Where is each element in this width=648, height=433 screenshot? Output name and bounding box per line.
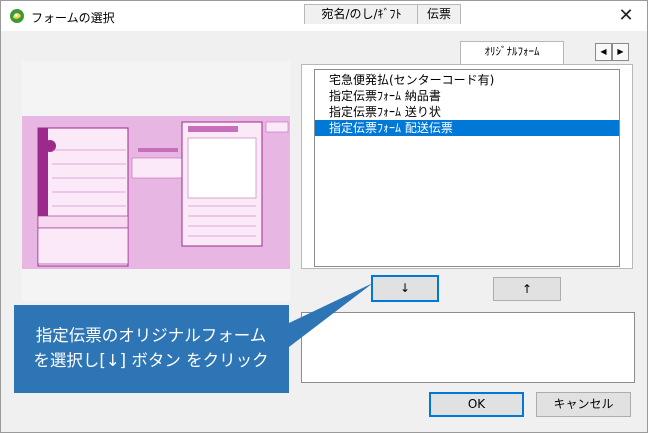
tab-panel: 宅急便発払(センターコード有) 指定伝票ﾌｫｰﾑ 納品書 指定伝票ﾌｫｰﾑ 送り…: [301, 64, 633, 269]
tab-scroll-left-icon[interactable]: ◀: [595, 43, 612, 61]
tab-slip[interactable]: 伝票: [417, 4, 461, 24]
callout-line-1: 指定伝票のオリジナルフォーム: [35, 326, 267, 345]
callout-text: 指定伝票のオリジナルフォーム を選択し[↓] ボタン をクリック: [22, 323, 280, 373]
close-icon[interactable]: ✕: [611, 4, 641, 28]
list-item[interactable]: 宅急便発払(センターコード有): [315, 72, 619, 88]
app-icon: [10, 9, 24, 23]
selected-form-box[interactable]: [301, 312, 635, 383]
move-down-button[interactable]: ↓: [371, 275, 439, 302]
tab-scroll-right-icon[interactable]: ▶: [612, 43, 629, 61]
move-up-button[interactable]: ↑: [493, 277, 561, 301]
form-list[interactable]: 宅急便発払(センターコード有) 指定伝票ﾌｫｰﾑ 納品書 指定伝票ﾌｫｰﾑ 送り…: [314, 69, 620, 267]
ok-button[interactable]: OK: [429, 392, 524, 417]
tab-original-form[interactable]: ｵﾘｼﾞﾅﾙﾌｫｰﾑ: [460, 41, 564, 64]
callout-line-2: を選択し[↓] ボタン をクリック: [33, 351, 269, 370]
window-title: フォームの選択: [31, 11, 115, 25]
list-item[interactable]: 指定伝票ﾌｫｰﾑ 送り状: [315, 104, 619, 120]
tab-address-noshi-gift[interactable]: 宛名/のし/ｷﾞﾌﾄ: [304, 4, 419, 24]
form-preview-image: [22, 116, 290, 269]
list-item-selected[interactable]: 指定伝票ﾌｫｰﾑ 配送伝票: [315, 120, 619, 136]
form-select-dialog: フォームの選択 ✕ 宛名/のし/ｷﾞﾌﾄ 伝票 ｵﾘｼﾞﾅﾙﾌｫｰﾑ ◀ ▶ 宅…: [0, 0, 648, 433]
list-item[interactable]: 指定伝票ﾌｫｰﾑ 納品書: [315, 88, 619, 104]
form-preview: [22, 61, 290, 301]
cancel-button[interactable]: キャンセル: [536, 392, 631, 417]
